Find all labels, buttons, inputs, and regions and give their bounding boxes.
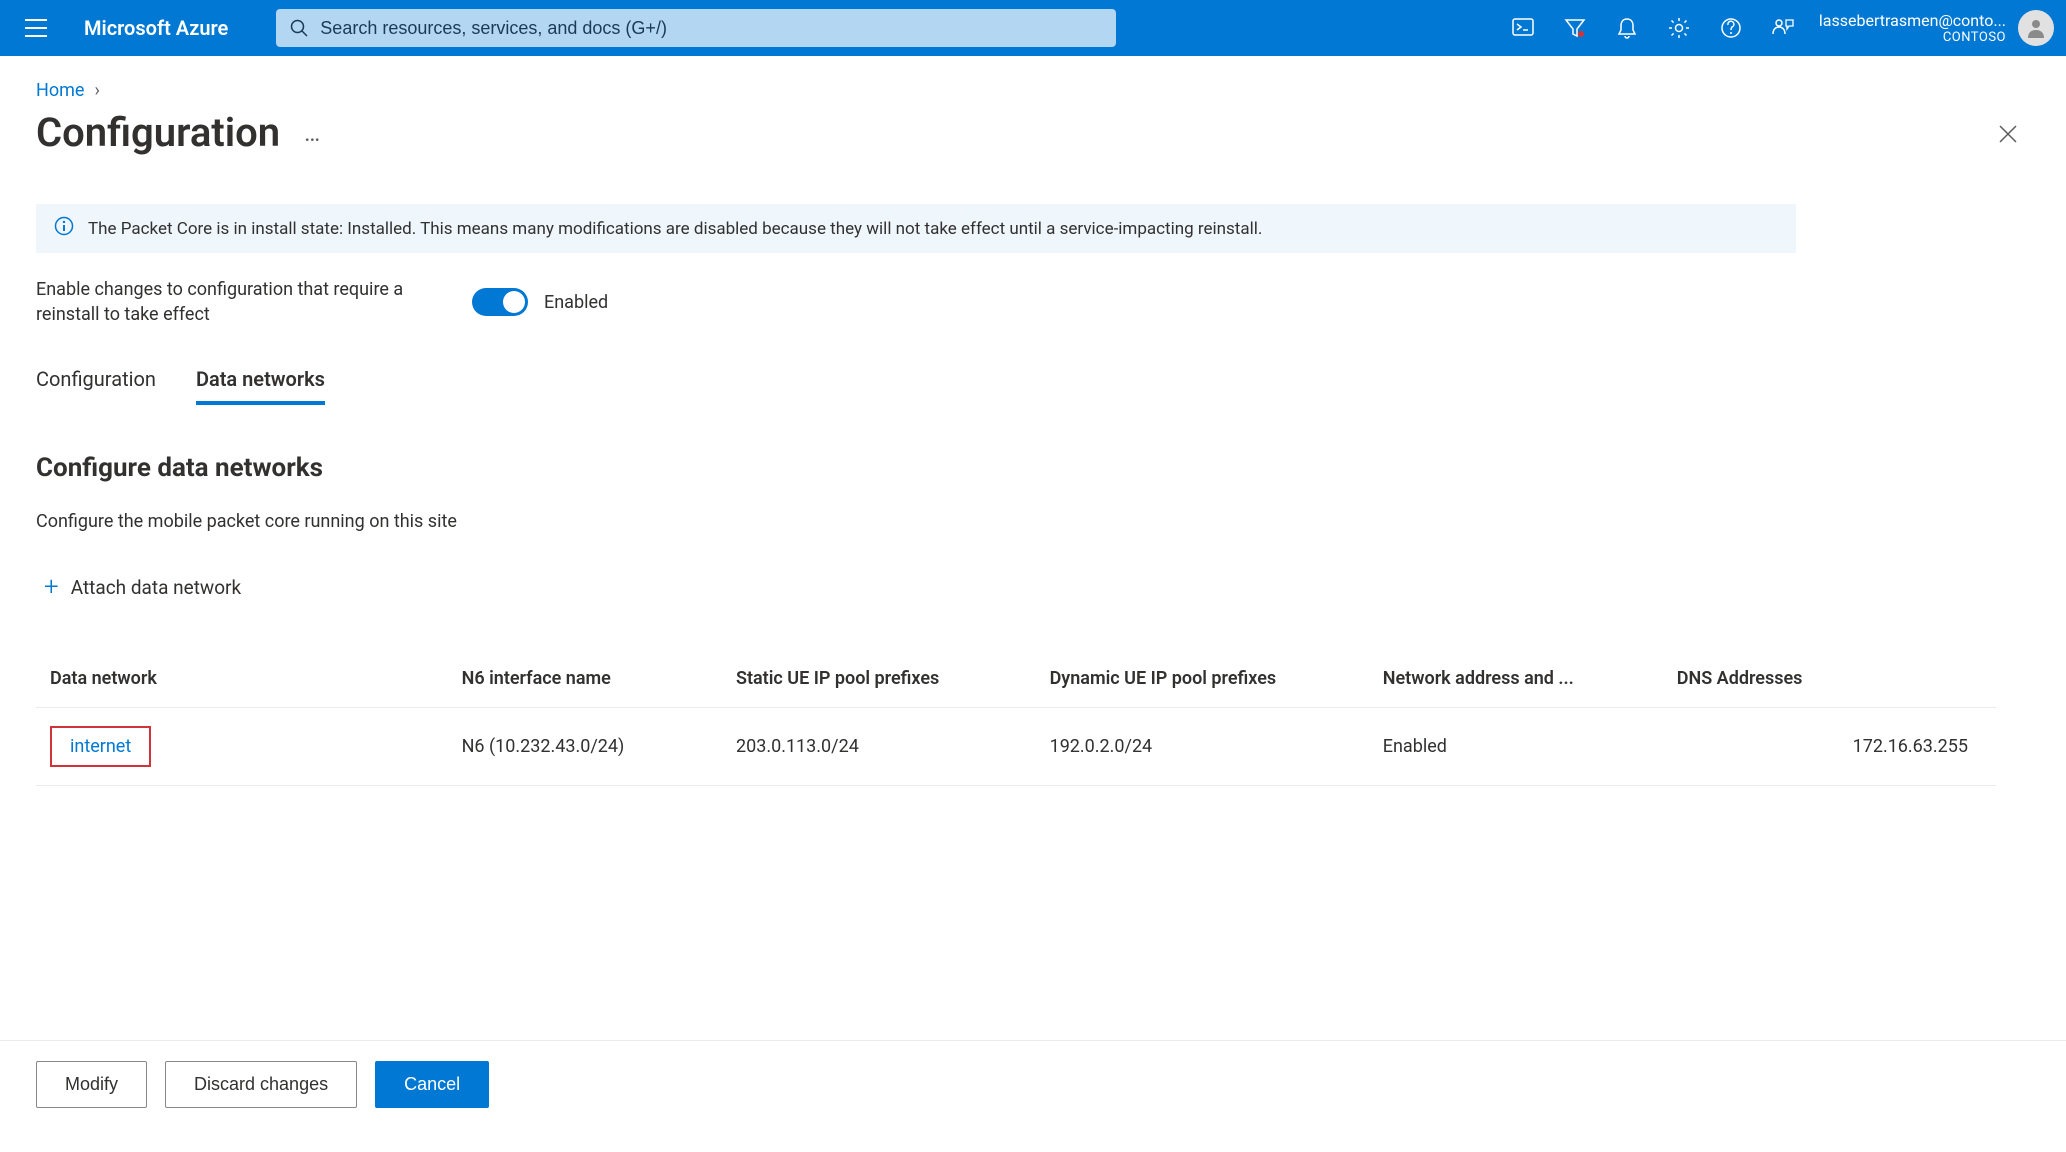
- gear-icon: [1668, 17, 1690, 39]
- tab-data-networks[interactable]: Data networks: [196, 367, 325, 405]
- account-menu[interactable]: lassebertrasmen@conto... CONTOSO: [1819, 10, 2054, 46]
- cell-dns: 172.16.63.255: [1663, 708, 1996, 786]
- table-header-row: Data network N6 interface name Static UE…: [36, 650, 1996, 708]
- tabs: Configuration Data networks: [36, 367, 2030, 405]
- cell-static-ue: 203.0.113.0/24: [722, 708, 1036, 786]
- enable-state: Enabled: [544, 292, 608, 313]
- topbar: Microsoft Azure: [0, 0, 2066, 56]
- cell-napt: Enabled: [1369, 708, 1663, 786]
- modify-button[interactable]: Modify: [36, 1061, 147, 1108]
- attach-data-network-button[interactable]: + Attach data network: [44, 572, 2030, 602]
- info-banner-text: The Packet Core is in install state: Ins…: [88, 219, 1262, 239]
- more-actions-button[interactable]: …: [304, 119, 322, 147]
- feedback-button[interactable]: [1759, 4, 1807, 52]
- footer-actions: Modify Discard changes Cancel: [0, 1040, 2066, 1128]
- menu-button[interactable]: [12, 4, 60, 52]
- search-icon: [290, 19, 308, 37]
- col-n6[interactable]: N6 interface name: [448, 650, 722, 708]
- help-icon: [1720, 17, 1742, 39]
- discard-button[interactable]: Discard changes: [165, 1061, 357, 1108]
- cell-dynamic-ue: 192.0.2.0/24: [1036, 708, 1369, 786]
- account-email: lassebertrasmen@conto...: [1819, 11, 2006, 30]
- hamburger-icon: [25, 19, 47, 37]
- enable-row: Enable changes to configuration that req…: [36, 277, 2030, 327]
- col-data-network[interactable]: Data network: [36, 650, 448, 708]
- section-title: Configure data networks: [36, 453, 2030, 483]
- info-banner: The Packet Core is in install state: Ins…: [36, 204, 1796, 253]
- col-napt[interactable]: Network address and ...: [1369, 650, 1663, 708]
- info-icon: [54, 216, 74, 241]
- cloud-shell-icon: [1512, 18, 1534, 38]
- search-input[interactable]: [320, 18, 1102, 39]
- brand[interactable]: Microsoft Azure: [84, 16, 228, 40]
- page-title: Configuration: [36, 109, 280, 156]
- notifications-button[interactable]: [1603, 4, 1651, 52]
- chevron-right-icon: ›: [94, 80, 99, 101]
- close-button[interactable]: [1990, 116, 2026, 152]
- topbar-icons: [1499, 4, 1807, 52]
- cancel-button[interactable]: Cancel: [375, 1061, 489, 1108]
- person-icon: [2024, 16, 2048, 40]
- attach-label: Attach data network: [71, 576, 241, 599]
- close-icon: [1998, 124, 2018, 144]
- enable-toggle[interactable]: [472, 288, 528, 316]
- cell-n6: N6 (10.232.43.0/24): [448, 708, 722, 786]
- breadcrumb: Home ›: [36, 80, 2030, 101]
- avatar: [2018, 10, 2054, 46]
- help-button[interactable]: [1707, 4, 1755, 52]
- cloud-shell-button[interactable]: [1499, 4, 1547, 52]
- col-static-ue[interactable]: Static UE IP pool prefixes: [722, 650, 1036, 708]
- data-networks-table: Data network N6 interface name Static UE…: [36, 650, 1996, 786]
- table-row[interactable]: internet N6 (10.232.43.0/24) 203.0.113.0…: [36, 708, 1996, 786]
- tab-configuration[interactable]: Configuration: [36, 367, 156, 405]
- data-network-link[interactable]: internet: [50, 726, 151, 767]
- settings-button[interactable]: [1655, 4, 1703, 52]
- section-description: Configure the mobile packet core running…: [36, 511, 2030, 532]
- filter-icon: [1564, 17, 1586, 39]
- breadcrumb-home[interactable]: Home: [36, 80, 84, 101]
- account-directory: CONTOSO: [1819, 30, 2006, 46]
- plus-icon: +: [44, 572, 59, 602]
- enable-label: Enable changes to configuration that req…: [36, 277, 416, 327]
- feedback-icon: [1771, 17, 1795, 39]
- directories-button[interactable]: [1551, 4, 1599, 52]
- bell-icon: [1617, 17, 1637, 39]
- page-body: Home › Configuration … The Packet Core i…: [0, 56, 2066, 786]
- search-box[interactable]: [276, 9, 1116, 47]
- col-dns[interactable]: DNS Addresses: [1663, 650, 1996, 708]
- col-dynamic-ue[interactable]: Dynamic UE IP pool prefixes: [1036, 650, 1369, 708]
